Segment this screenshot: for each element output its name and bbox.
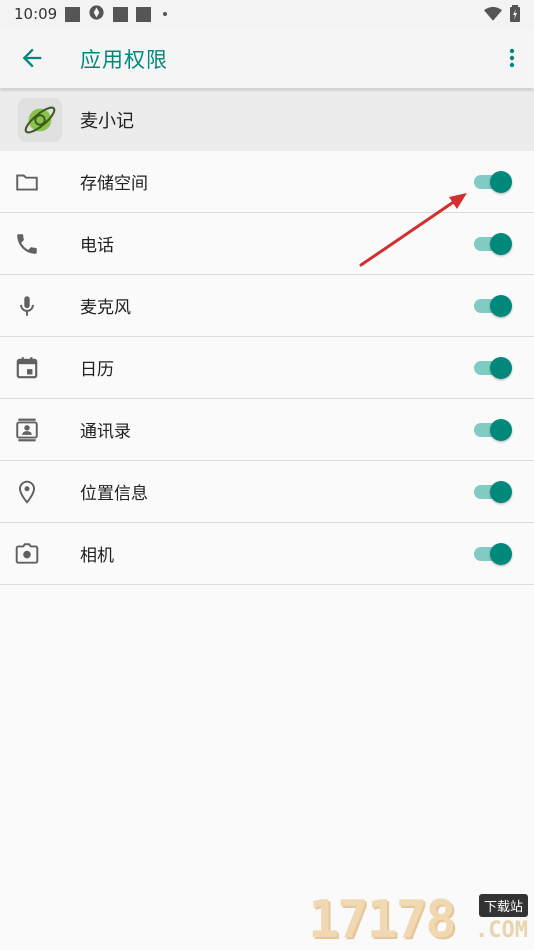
contacts-icon bbox=[14, 417, 40, 443]
battery-icon bbox=[510, 5, 520, 26]
status-bar: 10:09 bbox=[0, 0, 534, 28]
permission-label: 存储空间 bbox=[80, 174, 148, 194]
permission-toggle-camera[interactable] bbox=[472, 542, 512, 566]
permission-toggle-microphone[interactable] bbox=[472, 294, 512, 318]
wifi-icon bbox=[484, 6, 502, 26]
permission-toggle-contacts[interactable] bbox=[472, 418, 512, 442]
permission-toggle-storage[interactable] bbox=[472, 170, 512, 194]
permission-item-contacts[interactable]: 通讯录 bbox=[0, 399, 534, 461]
permission-label: 相机 bbox=[80, 546, 114, 566]
overflow-menu-icon[interactable] bbox=[506, 44, 518, 72]
watermark-badge: 下载站 bbox=[478, 894, 528, 917]
watermark-logo: 17178 下载站 .COM bbox=[308, 888, 534, 950]
permission-item-location[interactable]: 位置信息 bbox=[0, 461, 534, 523]
permission-label: 电话 bbox=[80, 236, 114, 256]
back-arrow-icon[interactable] bbox=[18, 44, 46, 72]
notification-icon bbox=[65, 6, 81, 22]
phone-icon bbox=[14, 231, 40, 257]
microphone-icon bbox=[14, 293, 40, 319]
permission-label: 日历 bbox=[80, 360, 114, 380]
permission-toggle-location[interactable] bbox=[472, 480, 512, 504]
watermark-suffix: .COM bbox=[475, 918, 528, 943]
notification-icon bbox=[113, 6, 129, 22]
watermark-digits: 17178 bbox=[308, 890, 457, 950]
permission-toggle-phone[interactable] bbox=[472, 232, 512, 256]
more-notifications-dot bbox=[163, 12, 168, 16]
app-name: 麦小记 bbox=[80, 111, 134, 132]
permission-item-calendar[interactable]: 日历 bbox=[0, 337, 534, 399]
app-bar: 应用权限 bbox=[0, 28, 534, 88]
status-time: 10:09 bbox=[14, 5, 58, 23]
permission-item-microphone[interactable]: 麦克风 bbox=[0, 275, 534, 337]
folder-icon bbox=[14, 169, 40, 195]
planet-app-icon bbox=[18, 98, 62, 142]
camera-icon bbox=[14, 541, 40, 567]
page-title: 应用权限 bbox=[80, 48, 168, 72]
app-header: 麦小记 bbox=[0, 89, 534, 151]
notification-icon bbox=[136, 6, 152, 22]
calendar-icon bbox=[14, 355, 40, 381]
permission-item-camera[interactable]: 相机 bbox=[0, 523, 534, 585]
sync-icon bbox=[88, 4, 105, 25]
permission-label: 位置信息 bbox=[80, 484, 148, 504]
permission-toggle-calendar[interactable] bbox=[472, 356, 512, 380]
annotation-arrow-icon bbox=[359, 193, 467, 267]
permission-label: 麦克风 bbox=[80, 298, 131, 318]
location-icon bbox=[14, 479, 40, 505]
permission-label: 通讯录 bbox=[80, 422, 131, 442]
